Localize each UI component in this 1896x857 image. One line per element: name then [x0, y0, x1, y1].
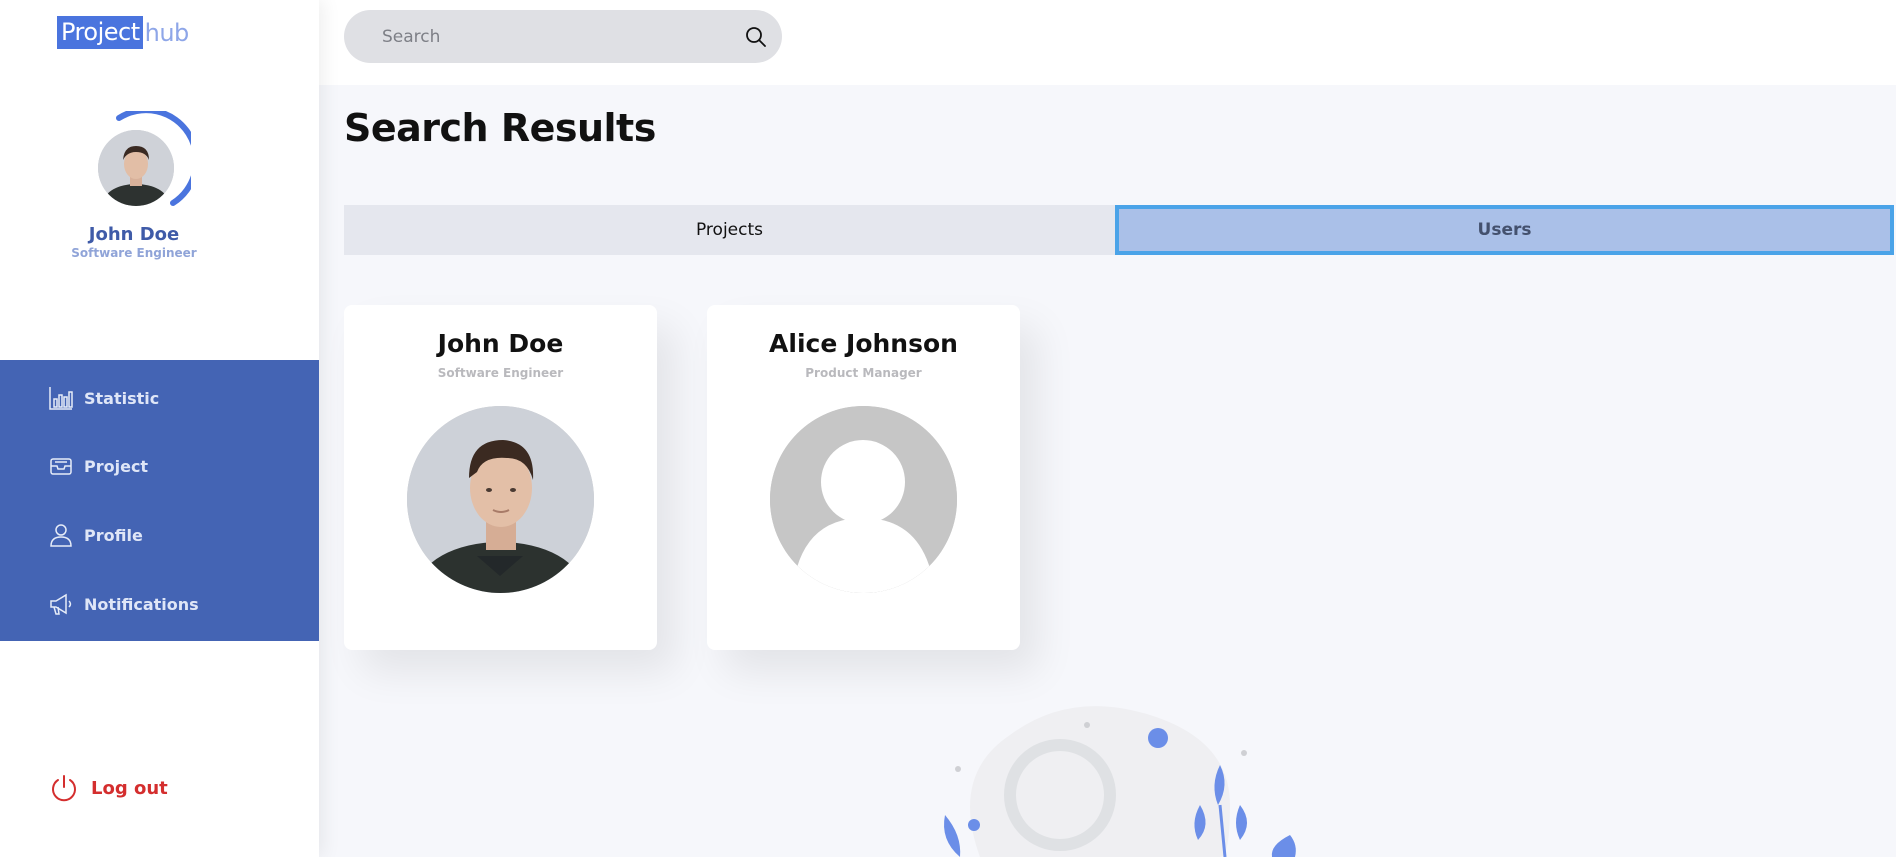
user-card-role: Product Manager — [805, 366, 922, 380]
user-card-avatar-placeholder — [770, 406, 957, 593]
tab-projects[interactable]: Projects — [344, 205, 1115, 255]
user-card-name: Alice Johnson — [769, 329, 958, 358]
avatar-photo — [98, 130, 174, 206]
logout-label: Log out — [91, 777, 168, 799]
user-card-role: Software Engineer — [437, 366, 564, 380]
logout-button[interactable]: Log out — [49, 773, 168, 803]
sidebar: Project hub John Doe Software Engineer S… — [0, 0, 319, 857]
sidebar-user-role: Software Engineer — [71, 246, 197, 260]
sidebar-item-project[interactable]: Project — [0, 441, 319, 491]
sidebar-item-profile[interactable]: Profile — [0, 510, 319, 560]
profile-avatar[interactable] — [91, 111, 191, 211]
search-input[interactable] — [382, 26, 742, 47]
power-icon — [52, 775, 76, 802]
search-illustration — [944, 706, 1296, 857]
user-icon — [48, 522, 74, 548]
sidebar-item-label: Notifications — [84, 594, 199, 614]
brand-logo-part1: Project — [57, 16, 143, 49]
sidebar-item-label: Project — [84, 456, 149, 476]
megaphone-icon — [48, 591, 74, 617]
search-box — [344, 10, 782, 63]
brand-logo[interactable]: Project hub — [57, 16, 189, 49]
bar-chart-icon — [48, 385, 74, 411]
page-title: Search Results — [344, 106, 656, 150]
top-bar — [319, 0, 1896, 85]
inbox-icon — [48, 453, 74, 479]
sidebar-item-statistic[interactable]: Statistic — [0, 373, 319, 423]
brand-logo-part2: hub — [144, 18, 190, 47]
sidebar-user-name: John Doe — [88, 224, 180, 245]
user-card-name: John Doe — [437, 329, 564, 358]
user-card-avatar — [407, 406, 594, 593]
search-icon[interactable] — [744, 25, 768, 49]
sidebar-item-label: Statistic — [84, 388, 160, 408]
tab-users[interactable]: Users — [1115, 205, 1894, 255]
result-tabs: Projects Users — [344, 205, 1894, 255]
user-card[interactable]: John Doe Software Engineer — [344, 305, 657, 650]
sidebar-item-label: Profile — [84, 525, 143, 545]
sidebar-item-notifications[interactable]: Notifications — [0, 579, 319, 629]
sidebar-nav: Statistic Project Profile Notifications — [0, 360, 319, 641]
user-card[interactable]: Alice Johnson Product Manager — [707, 305, 1020, 650]
